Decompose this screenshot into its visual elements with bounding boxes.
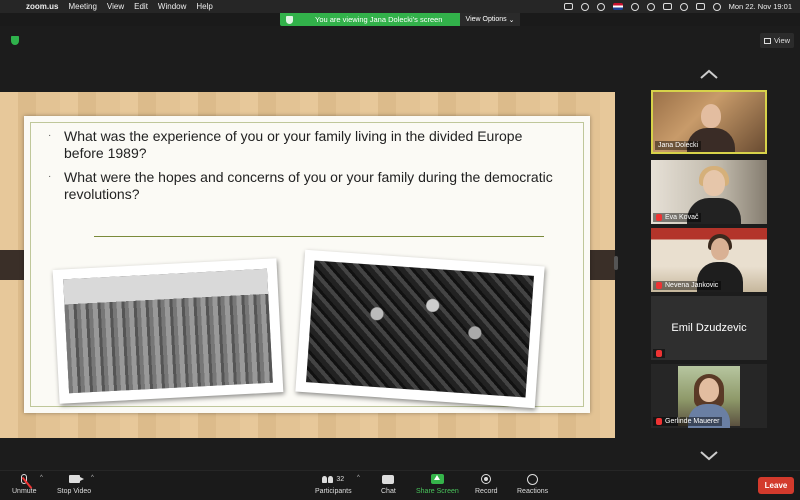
participant-tile[interactable]: Emil Dzudzevic <box>651 296 767 360</box>
participants-label: Participants <box>315 488 352 495</box>
siri-icon[interactable] <box>712 2 721 11</box>
crowd-image <box>306 260 534 398</box>
macos-menu-bar: zoom.us Meeting View Edit Window Help Mo… <box>0 0 800 13</box>
chat-icon <box>381 473 395 485</box>
zoom-meeting-window: View What was the experience of you or y… <box>0 26 800 500</box>
participant-name-large: Emil Dzudzevic <box>671 322 747 334</box>
zoom-status-icon[interactable] <box>563 3 573 10</box>
bluetooth-icon[interactable] <box>646 2 655 11</box>
grid-icon <box>763 37 771 44</box>
wifi-icon[interactable] <box>679 2 688 11</box>
participants-button[interactable]: 32 Participants <box>315 473 352 495</box>
menu-view[interactable]: View <box>107 2 124 11</box>
audio-options-caret[interactable]: ^ <box>40 475 43 481</box>
crowd-photo-right <box>295 249 545 409</box>
chevron-up-icon <box>700 69 718 79</box>
record-label: Record <box>475 488 498 495</box>
participants-icon: 32 <box>318 473 348 485</box>
control-center-icon[interactable] <box>695 3 705 10</box>
menu-app-name[interactable]: zoom.us <box>26 2 58 11</box>
record-status-icon[interactable] <box>580 2 589 11</box>
leave-button[interactable]: Leave <box>758 477 794 494</box>
record-icon <box>479 473 493 485</box>
scroll-down-button[interactable] <box>700 448 718 461</box>
muted-mic-icon <box>656 350 662 357</box>
participant-tile[interactable]: Eva Kovač <box>651 160 767 224</box>
participant-face <box>699 378 719 402</box>
menu-meeting[interactable]: Meeting <box>68 2 96 11</box>
unmute-button[interactable]: Unmute <box>12 473 37 495</box>
share-screen-icon <box>430 473 444 485</box>
participant-name-tag: Jana Dolecki <box>655 141 702 150</box>
participant-name: Nevena Jankovic <box>665 282 719 289</box>
battery-icon[interactable] <box>662 3 672 10</box>
camera-icon <box>67 473 84 485</box>
chat-button[interactable]: Chat <box>381 473 396 495</box>
flag-icon[interactable] <box>612 3 623 10</box>
participant-face <box>701 104 721 128</box>
participant-name: Jana Dolecki <box>658 142 699 149</box>
crowd-photo-left <box>52 258 284 404</box>
muted-mic-icon <box>656 282 662 289</box>
participant-name: Eva Kovač <box>665 214 699 221</box>
view-button[interactable]: View <box>760 33 794 48</box>
menu-edit[interactable]: Edit <box>134 2 148 11</box>
muted-mic-icon <box>656 214 662 221</box>
video-options-caret[interactable]: ^ <box>91 475 94 481</box>
encryption-shield-icon[interactable] <box>11 36 19 45</box>
participant-count: 32 <box>336 475 345 483</box>
unmute-label: Unmute <box>12 488 37 495</box>
participant-name-tag: Eva Kovač <box>653 213 702 222</box>
shield-icon <box>286 15 293 24</box>
chevron-down-icon <box>700 451 718 461</box>
participant-name-tag: Nevena Jankovic <box>653 281 722 290</box>
reactions-button[interactable]: Reactions <box>517 473 548 495</box>
time-machine-icon[interactable] <box>630 2 639 11</box>
reactions-label: Reactions <box>517 488 549 495</box>
chevron-down-icon: ⌄ <box>506 16 515 24</box>
smiley-icon <box>526 473 540 485</box>
record-button[interactable]: Record <box>475 473 498 495</box>
participant-tile[interactable]: Nevena Jankovic <box>651 228 767 292</box>
participants-options-caret[interactable]: ^ <box>357 475 360 481</box>
stop-video-button[interactable]: Stop Video <box>57 473 91 495</box>
scroll-up-button[interactable] <box>700 66 718 79</box>
participant-name-tag <box>653 349 665 358</box>
view-options-label: View Options <box>465 16 507 23</box>
view-options-button[interactable]: View Options ⌄ <box>460 13 520 26</box>
slide-divider <box>94 236 544 237</box>
crowd-image <box>63 268 273 394</box>
share-screen-button[interactable]: Share Screen <box>416 473 459 495</box>
slide-bullet: What was the experience of you or your f… <box>48 128 558 161</box>
meeting-controls-toolbar: Unmute ^ Stop Video ^ 32 Participants ^ … <box>0 470 800 500</box>
participant-tile[interactable]: Jana Dolecki <box>651 90 767 154</box>
muted-mic-icon <box>656 418 662 425</box>
menu-clock[interactable]: Mon 22. Nov 19:01 <box>729 2 792 11</box>
participant-face <box>711 238 729 260</box>
menu-window[interactable]: Window <box>158 2 186 11</box>
participant-tile[interactable]: Gerlinde Mauerer <box>651 364 767 428</box>
screen-share-banner: You are viewing Jana Dolecki's screen Vi… <box>280 13 520 26</box>
sync-icon[interactable] <box>596 2 605 11</box>
menu-help[interactable]: Help <box>196 2 212 11</box>
view-button-label: View <box>773 36 791 45</box>
participant-name-tag: Gerlinde Mauerer <box>653 417 723 426</box>
mic-muted-icon <box>17 473 33 489</box>
share-screen-label: Share Screen <box>416 488 459 495</box>
status-area: Mon 22. Nov 19:01 <box>563 0 792 13</box>
slide-bullet: What were the hopes and concerns of you … <box>48 169 558 202</box>
participant-face <box>703 170 725 196</box>
slide-bullets: What was the experience of you or your f… <box>48 128 558 210</box>
shared-screen: What was the experience of you or your f… <box>0 92 615 438</box>
chat-label: Chat <box>381 488 396 495</box>
panel-resize-handle[interactable] <box>614 256 618 270</box>
stop-video-label: Stop Video <box>57 488 92 495</box>
participant-name: Gerlinde Mauerer <box>665 418 720 425</box>
share-banner-message: You are viewing Jana Dolecki's screen <box>315 15 443 24</box>
